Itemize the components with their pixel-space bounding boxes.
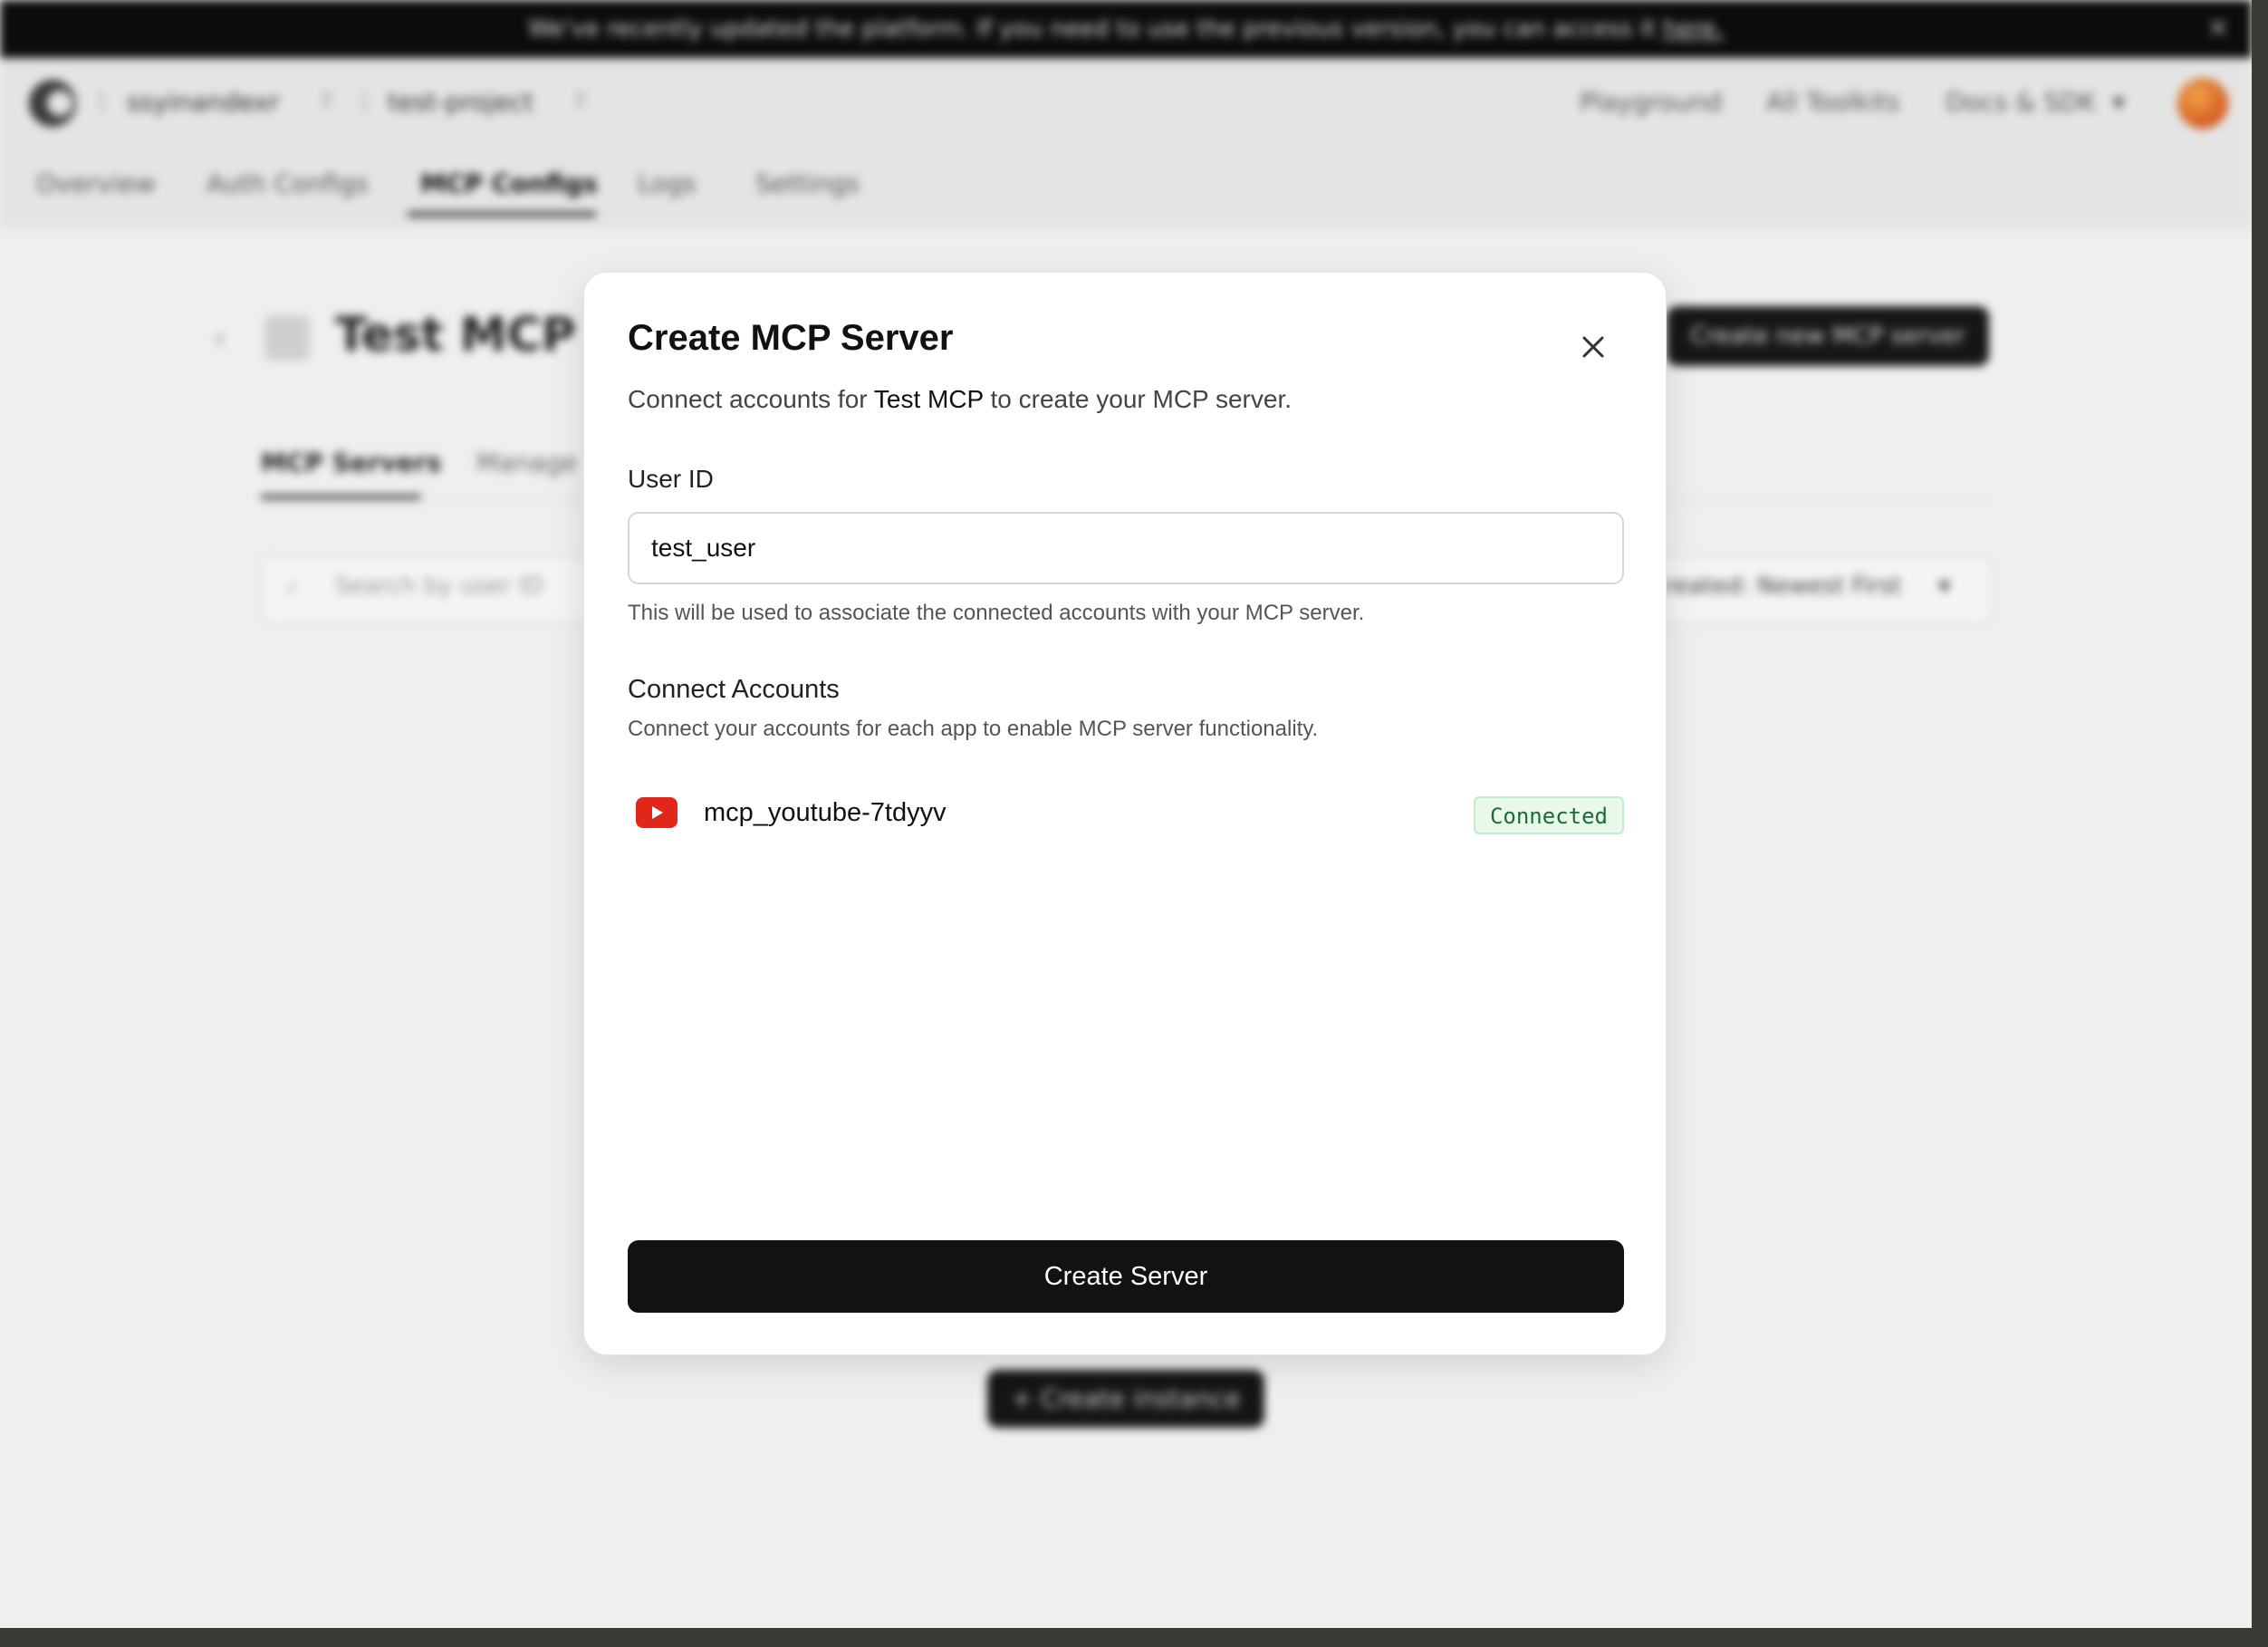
user-id-help-text: This will be used to associate the conne…	[628, 601, 1365, 625]
description-suffix: to create your MCP server.	[983, 385, 1293, 413]
tab-mcp-configs[interactable]: MCP Configs	[420, 169, 598, 198]
chevron-down-icon[interactable]: ▾	[1938, 573, 1950, 600]
logo-icon[interactable]	[29, 80, 76, 127]
nav-playground[interactable]: Playground	[1580, 87, 1722, 117]
create-instance-label: Create instance	[1040, 1383, 1241, 1413]
user-id-input[interactable]	[628, 512, 1624, 584]
dialog-title: Create MCP Server	[628, 318, 954, 358]
description-mcp-name: Test MCP	[873, 385, 984, 413]
breadcrumb-project[interactable]: test-project	[388, 87, 533, 117]
connect-accounts-heading: Connect Accounts	[628, 675, 840, 704]
create-new-mcp-server-button[interactable]: Create new MCP server	[1667, 306, 1989, 366]
description-prefix: Connect accounts for	[628, 385, 874, 413]
tab-auth-configs[interactable]: Auth Configs	[207, 169, 369, 198]
tab-logs[interactable]: Logs	[638, 169, 697, 198]
top-navigation: | ssyinandexr ⇕ | test-project ⇕ Playgro…	[0, 58, 2252, 227]
breadcrumb-separator: |	[98, 87, 106, 114]
tab-overview[interactable]: Overview	[36, 169, 156, 198]
breadcrumb-separator: |	[360, 87, 369, 114]
status-badge: Connected	[1473, 796, 1624, 834]
dialog-description: Connect accounts for Test MCP to create …	[628, 385, 1292, 414]
tab-mcp-servers[interactable]: MCP Servers	[261, 448, 441, 477]
list-item: mcp_youtube-7tdyyv Connected	[628, 782, 1624, 845]
server-icon	[264, 315, 310, 361]
search-placeholder: Search by user ID	[335, 573, 544, 600]
tab-settings[interactable]: Settings	[755, 169, 860, 198]
tab-manage[interactable]: Manage	[476, 448, 577, 477]
banner-link[interactable]: here.	[1663, 15, 1724, 43]
page-title: Test MCP	[335, 308, 576, 362]
create-mcp-server-dialog: Create MCP Server Connect accounts for T…	[583, 272, 1667, 1355]
account-name: mcp_youtube-7tdyyv	[704, 798, 947, 827]
banner-text: We've recently updated the platform. If …	[528, 15, 1664, 43]
back-arrow-icon[interactable]: ‹	[214, 321, 226, 355]
create-instance-button[interactable]: + Create instance	[987, 1370, 1264, 1428]
update-banner: We've recently updated the platform. If …	[0, 0, 2252, 58]
connect-accounts-description: Connect your accounts for each app to en…	[628, 717, 1319, 741]
banner-close-icon[interactable]: ×	[2203, 13, 2234, 43]
plus-icon: +	[1011, 1383, 1041, 1413]
active-tab-indicator	[408, 212, 596, 217]
close-icon[interactable]	[1571, 325, 1615, 369]
user-id-label: User ID	[628, 465, 714, 493]
chevron-down-icon[interactable]: ▾	[2112, 87, 2125, 117]
nav-docs-sdk[interactable]: Docs & SDK	[1946, 87, 2096, 117]
app-window: We've recently updated the platform. If …	[0, 0, 2252, 1628]
youtube-icon	[636, 797, 678, 828]
chevron-updown-icon[interactable]: ⇕	[317, 87, 337, 114]
avatar[interactable]	[2177, 78, 2228, 129]
chevron-updown-icon[interactable]: ⇕	[571, 87, 591, 114]
search-icon: ⌕	[286, 573, 300, 600]
breadcrumb-org[interactable]: ssyinandexr	[127, 87, 280, 117]
sort-select[interactable]: Created: Newest First	[1648, 573, 1901, 600]
nav-all-toolkits[interactable]: All Toolkits	[1766, 87, 1900, 117]
create-server-button[interactable]: Create Server	[628, 1240, 1624, 1313]
